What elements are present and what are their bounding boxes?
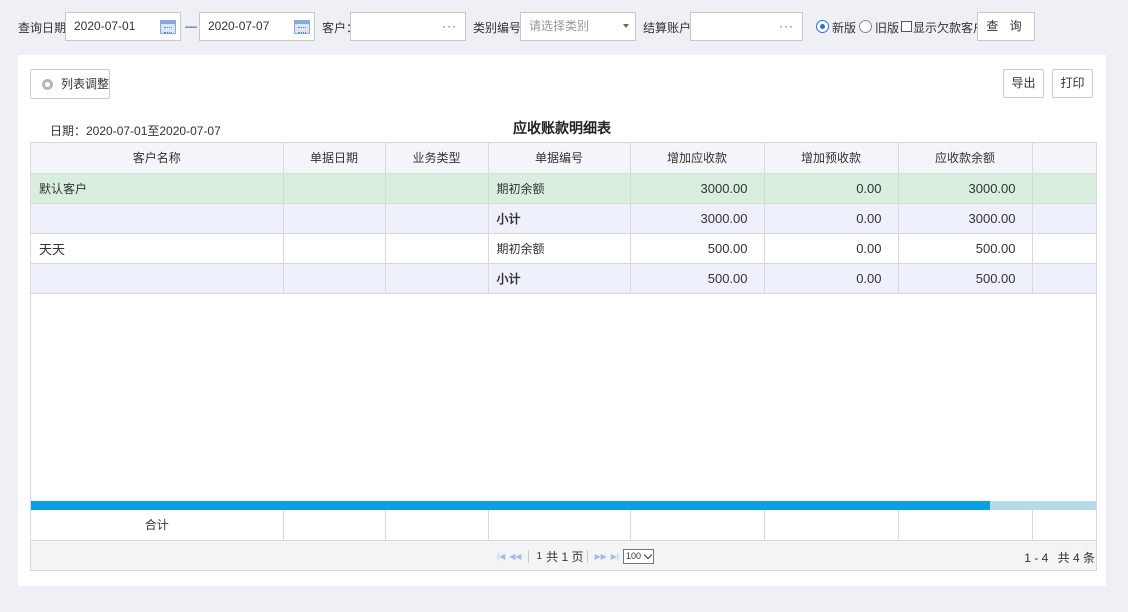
account-input[interactable]: ···: [690, 12, 803, 41]
list-adjust-label: 列表调整: [61, 77, 110, 91]
cell-date: [283, 263, 386, 294]
date-to-value: 2020-07-07: [208, 19, 270, 33]
date-from-input[interactable]: 2020-07-01: [65, 12, 181, 41]
page-size-value: 100: [626, 551, 642, 561]
cell-balance: 3000.00: [898, 173, 1033, 204]
cell-empty: [1032, 173, 1096, 204]
cell-empty: [1032, 263, 1096, 294]
cell-balance: 500.00: [898, 263, 1033, 294]
page-input[interactable]: 1: [537, 551, 543, 562]
cell-customer: 默认客户: [31, 173, 284, 204]
cell-type: [385, 263, 489, 294]
date-to-input[interactable]: 2020-07-07: [199, 12, 315, 41]
pager-controls: |◀ ◀◀ 1 共 1 页 ▶▶ ▶| 100: [495, 548, 655, 565]
column-header[interactable]: 增加应收款: [630, 143, 765, 174]
report-panel: 列表调整 导出 打印 日期：2020-07-01至2020-07-07 应收账款…: [18, 55, 1106, 586]
cell-balance: 3000.00: [898, 203, 1033, 234]
category-placeholder: 请选择类别: [529, 19, 590, 33]
column-header[interactable]: 增加预收款: [764, 143, 899, 174]
cell-type: [385, 173, 489, 204]
cell-doc: 小计: [488, 203, 631, 234]
column-header[interactable]: 单据编号: [488, 143, 631, 174]
pager: |◀ ◀◀ 1 共 1 页 ▶▶ ▶| 100 1 - 4 共 4 条: [31, 540, 1096, 570]
column-header[interactable]: 应收款余额: [898, 143, 1033, 174]
prev-page-icon[interactable]: ◀◀: [509, 552, 521, 561]
chevron-down-icon: [643, 550, 653, 560]
radio-new-label: 新版: [832, 21, 857, 35]
cell-customer: [31, 203, 284, 234]
next-page-icon[interactable]: ▶▶: [594, 552, 606, 561]
data-table: 客户名称 单据日期 业务类型 单据编号 增加应收款 增加预收款 应收款余额 默认…: [31, 143, 1096, 294]
record-total: 共 4 条: [1057, 551, 1095, 565]
filter-bar: 查询日期： 2020-07-01 — 2020-07-07 客户： ··· 类别…: [0, 0, 1128, 52]
cell-balance: 500.00: [898, 233, 1033, 264]
cell-inc-receivable: 3000.00: [630, 173, 765, 204]
show-debt-checkbox[interactable]: [901, 21, 912, 32]
column-header[interactable]: 业务类型: [385, 143, 489, 174]
cell-inc-prepaid: 0.00: [764, 233, 899, 264]
cell-type: [385, 203, 489, 234]
total-label: 合计: [31, 510, 284, 541]
cell-inc-receivable: 500.00: [630, 233, 765, 264]
cell-inc-prepaid: 0.00: [764, 203, 899, 234]
report-title: 应收账款明细表: [513, 120, 611, 136]
cell-doc: 期初余额: [488, 233, 631, 264]
cell-empty: [1032, 203, 1096, 234]
total-row: 合计: [31, 510, 1096, 541]
table-row[interactable]: 小计 3000.00 0.00 3000.00: [31, 203, 1096, 234]
calendar-icon[interactable]: [160, 20, 176, 34]
cell-customer: [31, 263, 284, 294]
cell-type: [385, 233, 489, 264]
column-header: [1032, 143, 1096, 174]
cell-customer: 天天: [31, 233, 284, 264]
list-adjust-button[interactable]: 列表调整: [30, 69, 110, 99]
category-select[interactable]: 请选择类别: [520, 12, 636, 41]
cell-inc-prepaid: 0.00: [764, 173, 899, 204]
ellipsis-icon[interactable]: ···: [779, 13, 794, 40]
cell-inc-receivable: 500.00: [630, 263, 765, 294]
customer-input[interactable]: ···: [350, 12, 466, 41]
column-header[interactable]: 客户名称: [31, 143, 284, 174]
ellipsis-icon[interactable]: ···: [442, 13, 457, 40]
page-size-select[interactable]: 100: [623, 549, 655, 564]
show-debt-label: 显示欠款客户: [913, 21, 986, 35]
date-separator: —: [185, 19, 197, 33]
cell-doc: 期初余额: [488, 173, 631, 204]
radio-old-label: 旧版: [875, 21, 900, 35]
table-row[interactable]: 小计 500.00 0.00 500.00: [31, 263, 1096, 294]
table-row[interactable]: 默认客户 期初余额 3000.00 0.00 3000.00: [31, 173, 1096, 204]
first-page-icon[interactable]: |◀: [497, 552, 505, 561]
cell-inc-receivable: 3000.00: [630, 203, 765, 234]
cell-date: [283, 203, 386, 234]
table-header-row: 客户名称 单据日期 业务类型 单据编号 增加应收款 增加预收款 应收款余额: [31, 143, 1096, 174]
radio-old-version[interactable]: [859, 20, 872, 33]
print-button[interactable]: 打印: [1052, 69, 1093, 98]
cell-date: [283, 233, 386, 264]
column-header[interactable]: 单据日期: [283, 143, 386, 174]
table-row[interactable]: 天天 期初余额 500.00 0.00 500.00: [31, 233, 1096, 264]
cell-inc-prepaid: 0.00: [764, 263, 899, 294]
gear-icon: [42, 79, 53, 90]
export-button[interactable]: 导出: [1003, 69, 1044, 98]
total-pages: 共 1 页: [546, 550, 584, 564]
pager-separator: [527, 550, 529, 563]
horizontal-scrollbar[interactable]: [31, 501, 1096, 510]
data-grid: 客户名称 单据日期 业务类型 单据编号 增加应收款 增加预收款 应收款余额 默认…: [30, 142, 1097, 571]
chevron-down-icon: [623, 24, 629, 28]
cell-empty: [1032, 233, 1096, 264]
last-page-icon[interactable]: ▶|: [611, 552, 619, 561]
cell-doc: 小计: [488, 263, 631, 294]
calendar-icon[interactable]: [294, 20, 310, 34]
scrollbar-thumb[interactable]: [31, 501, 991, 510]
cell-date: [283, 173, 386, 204]
query-button[interactable]: 查 询: [977, 12, 1035, 41]
pager-separator: [587, 550, 589, 563]
radio-new-version[interactable]: [816, 20, 829, 33]
record-range: 1 - 4: [1024, 551, 1049, 565]
record-summary: 1 - 4 共 4 条: [1024, 549, 1095, 566]
date-from-value: 2020-07-01: [74, 19, 136, 33]
